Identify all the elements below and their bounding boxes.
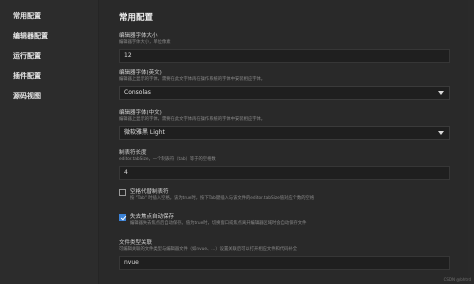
tab-size-setting: 制表符长度 editor.tabSize，一个制表符（tab）等于的空格数 4 xyxy=(119,150,450,180)
font-size-label: 编辑器字体大小 xyxy=(119,33,158,39)
autosave-label: 失去焦点自动保存 xyxy=(130,214,175,220)
file-assoc-hint: 可编辑关联的文件类型与编辑器文件（如nvue、...）设置关联后可以打开相应文件… xyxy=(119,247,298,252)
font-en-value: Consolas xyxy=(124,89,151,96)
font-cn-value: 微软雅黑 Light xyxy=(124,129,165,136)
font-en-hint: 编辑器上显示的字体，需要在此文字体再在操作系统的字体中安装相应字体。 xyxy=(119,77,266,82)
sidebar-item-editor[interactable]: 编辑器配置 xyxy=(0,26,98,46)
font-en-select[interactable]: Consolas xyxy=(119,86,450,100)
scrollbar[interactable] xyxy=(468,0,474,284)
font-cn-hint: 编辑器上显示的字体，需要在此文字体再在操作系统的字体中安装相应字体。 xyxy=(119,117,266,122)
indent-tab-checkbox[interactable] xyxy=(119,189,126,196)
font-size-hint: 编辑器字体大小，单位像素 xyxy=(119,40,171,45)
settings-sidebar: 常用配置 编辑器配置 运行配置 插件配置 源码视图 xyxy=(0,0,99,284)
sidebar-item-source-view[interactable]: 源码视图 xyxy=(0,86,98,106)
font-en-label: 编辑器字体(英文) xyxy=(119,70,162,76)
tab-size-hint: editor.tabSize，一个制表符（tab）等于的空格数 xyxy=(119,157,216,162)
tab-size-input[interactable]: 4 xyxy=(119,166,450,180)
watermark: CSDN @bhtrd xyxy=(443,277,471,282)
tab-size-label: 制表符长度 xyxy=(119,150,147,156)
chevron-down-icon xyxy=(438,91,444,95)
sidebar-item-run[interactable]: 运行配置 xyxy=(0,46,98,66)
indent-tab-setting: 空格代替制表符 按 "Tab" 时插入空格。该为true时，按下Tab键插入与该… xyxy=(119,189,450,202)
font-en-setting: 编辑器字体(英文) 编辑器上显示的字体，需要在此文字体再在操作系统的字体中安装相… xyxy=(119,70,450,100)
font-cn-select[interactable]: 微软雅黑 Light xyxy=(119,126,450,140)
file-assoc-setting: 文件类型关联 可编辑关联的文件类型与编辑器文件（如nvue、...）设置关联后可… xyxy=(119,240,450,270)
indent-tab-hint: 按 "Tab" 时插入空格。该为true时，按下Tab键插入与该文件的edito… xyxy=(130,196,315,201)
font-size-input[interactable]: 12 xyxy=(119,49,450,63)
settings-content: 常用配置 编辑器字体大小 编辑器字体大小，单位像素 12 编辑器字体(英文) 编… xyxy=(99,0,474,284)
autosave-setting: 失去焦点自动保存 编辑器失去焦点后自动保存。值为true时，切换窗口或焦点离开编… xyxy=(119,214,450,227)
file-assoc-input[interactable]: nvue xyxy=(119,256,450,270)
checkmark-icon xyxy=(120,214,126,221)
autosave-checkbox[interactable] xyxy=(119,214,126,221)
font-cn-label: 编辑器字体(中文) xyxy=(119,110,162,116)
autosave-hint: 编辑器失去焦点后自动保存。值为true时，切换窗口或焦点离开编辑器区域时会自动保… xyxy=(130,221,307,226)
file-assoc-label: 文件类型关联 xyxy=(119,240,153,246)
page-title: 常用配置 xyxy=(119,13,154,23)
indent-tab-label: 空格代替制表符 xyxy=(130,189,169,195)
sidebar-item-general[interactable]: 常用配置 xyxy=(0,6,98,26)
settings-window: 常用配置 编辑器配置 运行配置 插件配置 源码视图 常用配置 编辑器字体大小 编… xyxy=(0,0,474,284)
chevron-down-icon xyxy=(438,131,444,135)
font-cn-setting: 编辑器字体(中文) 编辑器上显示的字体，需要在此文字体再在操作系统的字体中安装相… xyxy=(119,110,450,140)
sidebar-item-plugins[interactable]: 插件配置 xyxy=(0,66,98,86)
font-size-setting: 编辑器字体大小 编辑器字体大小，单位像素 12 xyxy=(119,33,450,63)
